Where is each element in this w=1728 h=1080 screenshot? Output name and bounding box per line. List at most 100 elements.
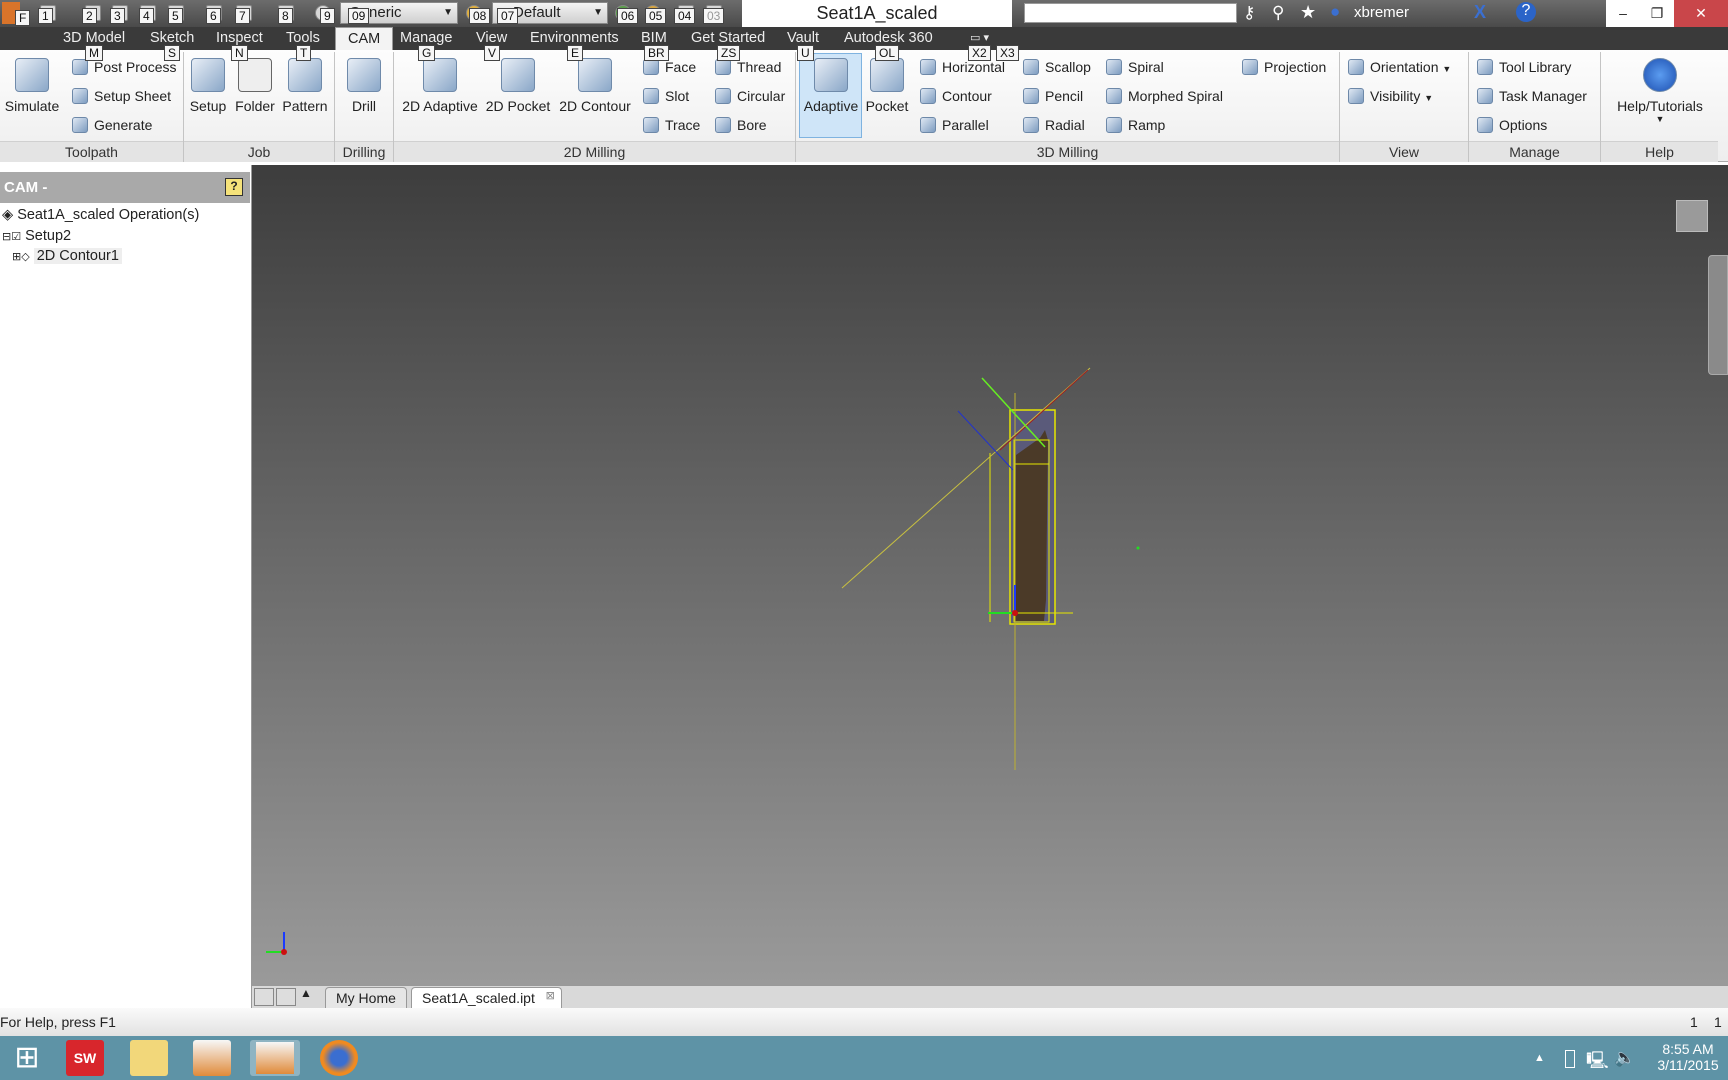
inventor-pro-icon[interactable]: [250, 1040, 300, 1076]
origin-point: [1012, 610, 1018, 616]
morphed-spiral-button[interactable]: Morphed Spiral: [1106, 86, 1223, 106]
drill-icon: [347, 58, 381, 92]
face-icon: [643, 59, 659, 75]
help-icon[interactable]: ?: [1516, 2, 1536, 22]
setup-folder-icon: [191, 58, 225, 92]
trace-icon: [643, 117, 659, 133]
help-icon[interactable]: ?: [225, 178, 243, 196]
viewcube[interactable]: [1676, 200, 1708, 232]
label: Spiral: [1128, 59, 1164, 75]
satellite-icon[interactable]: ⚲: [1272, 3, 1284, 23]
label: Folder: [235, 98, 275, 114]
panel-label-2d-milling: 2D Milling: [394, 141, 795, 162]
contour-button[interactable]: Contour: [920, 86, 992, 106]
ramp-icon: [1106, 117, 1122, 133]
drill-button[interactable]: Drill: [340, 52, 388, 114]
generate-icon: [72, 117, 88, 133]
contour-icon: [920, 88, 936, 104]
pencil-button[interactable]: Pencil: [1023, 86, 1083, 106]
cascade-windows-icon[interactable]: [254, 988, 274, 1006]
document-title: Seat1A_scaled: [742, 0, 1012, 27]
pocket-button[interactable]: Pocket: [862, 52, 912, 114]
trace-button[interactable]: Trace: [643, 115, 700, 135]
pattern-button[interactable]: Pattern: [280, 52, 330, 114]
setup-sheet-button[interactable]: Setup Sheet: [72, 86, 171, 106]
slot-button[interactable]: Slot: [643, 86, 689, 106]
operations-icon: ◈: [2, 207, 14, 223]
help-tutorials-button[interactable]: Help/Tutorials ▼: [1604, 52, 1716, 124]
parallel-button[interactable]: Parallel: [920, 115, 989, 135]
tree-item-operations[interactable]: ◈ Seat1A_scaled Operation(s): [2, 205, 199, 225]
bore-icon: [715, 117, 731, 133]
tab-list-icon[interactable]: ▲: [300, 986, 312, 1000]
browser-title: CAM: [4, 179, 39, 196]
task-manager-button[interactable]: Task Manager: [1477, 86, 1587, 106]
tab-cam[interactable]: CAM: [335, 27, 394, 50]
tree-item-2d-contour1[interactable]: ⊞◇ 2D Contour1: [12, 246, 122, 266]
keytip: X2: [968, 45, 991, 61]
options-button[interactable]: Options: [1477, 115, 1547, 135]
visibility-button[interactable]: Visibility ▼: [1348, 86, 1433, 106]
keytip: 07: [497, 8, 519, 24]
horizontal-button[interactable]: Horizontal: [920, 57, 1005, 77]
ramp-button[interactable]: Ramp: [1106, 115, 1165, 135]
circular-button[interactable]: Circular: [715, 86, 785, 106]
minimize-button[interactable]: –: [1606, 0, 1640, 27]
adaptive-icon: [814, 58, 848, 92]
tile-windows-icon[interactable]: [276, 988, 296, 1006]
doc-tab-seat1a[interactable]: Seat1A_scaled.ipt ⊠: [411, 987, 562, 1008]
2d-pocket-button[interactable]: 2D Pocket: [484, 52, 552, 114]
volume-icon[interactable]: 🔈: [1614, 1048, 1635, 1068]
label: Simulate: [4, 98, 60, 114]
radial-button[interactable]: Radial: [1023, 115, 1085, 135]
spiral-button[interactable]: Spiral: [1106, 57, 1164, 77]
tree-item-setup2[interactable]: ⊟☑ Setup2: [2, 226, 71, 246]
chevron-down-icon: ▼: [593, 7, 603, 18]
exchange-icon[interactable]: X: [1474, 2, 1486, 23]
date: 3/11/2015: [1657, 1057, 1719, 1073]
chevron-down-icon: ▼: [1442, 64, 1452, 74]
simulate-button[interactable]: Simulate: [2, 52, 62, 114]
setup-button[interactable]: Setup: [186, 52, 230, 114]
network-icon[interactable]: 🖳: [1586, 1048, 1609, 1077]
keytip: N: [231, 45, 248, 61]
battery-icon[interactable]: [1565, 1050, 1575, 1068]
projection-button[interactable]: Projection: [1242, 57, 1326, 77]
search-input[interactable]: [1024, 3, 1237, 23]
scallop-button[interactable]: Scallop: [1023, 57, 1091, 77]
generate-button[interactable]: Generate: [72, 115, 152, 135]
username[interactable]: xbremer: [1354, 4, 1409, 21]
navigation-bar[interactable]: [1708, 255, 1728, 375]
bore-button[interactable]: Bore: [715, 115, 767, 135]
star-icon[interactable]: ★: [1300, 2, 1316, 23]
show-hidden-icons[interactable]: ▲: [1534, 1052, 1545, 1064]
graphics-viewport[interactable]: [252, 165, 1728, 985]
tool-library-button[interactable]: Tool Library: [1477, 57, 1571, 77]
label: 2D Pocket: [485, 98, 551, 114]
keytip: 5: [168, 8, 183, 24]
key-icon[interactable]: ⚷: [1243, 3, 1255, 23]
restore-button[interactable]: ❐: [1640, 0, 1674, 27]
pocket-icon: [870, 58, 904, 92]
label: Face: [665, 59, 697, 75]
label: Task Manager: [1499, 88, 1587, 104]
clock[interactable]: 8:55 AM 3/11/2015: [1650, 1041, 1726, 1073]
options-icon: [1477, 117, 1493, 133]
2d-contour-button[interactable]: 2D Contour: [554, 52, 636, 114]
fusion-360-icon[interactable]: [193, 1040, 231, 1076]
windows-start-icon[interactable]: ⊞: [8, 1040, 46, 1076]
doc-tab-my-home[interactable]: My Home: [325, 987, 407, 1008]
label: 2D Contour: [559, 98, 631, 114]
solidworks-icon[interactable]: SW: [66, 1040, 104, 1076]
adaptive-button[interactable]: Adaptive: [800, 52, 862, 114]
firefox-icon[interactable]: [320, 1040, 358, 1076]
file-explorer-icon[interactable]: [130, 1040, 168, 1076]
close-tab-icon[interactable]: ⊠: [546, 986, 555, 1006]
folder-button[interactable]: Folder: [232, 52, 278, 114]
user-icon[interactable]: ●: [1330, 2, 1340, 22]
radial-icon: [1023, 117, 1039, 133]
2d-adaptive-button[interactable]: 2D Adaptive: [398, 52, 482, 114]
orientation-button[interactable]: Orientation ▼: [1348, 57, 1451, 77]
browser-header[interactable]: CAM -: [0, 172, 250, 203]
close-button[interactable]: ✕: [1674, 0, 1728, 27]
